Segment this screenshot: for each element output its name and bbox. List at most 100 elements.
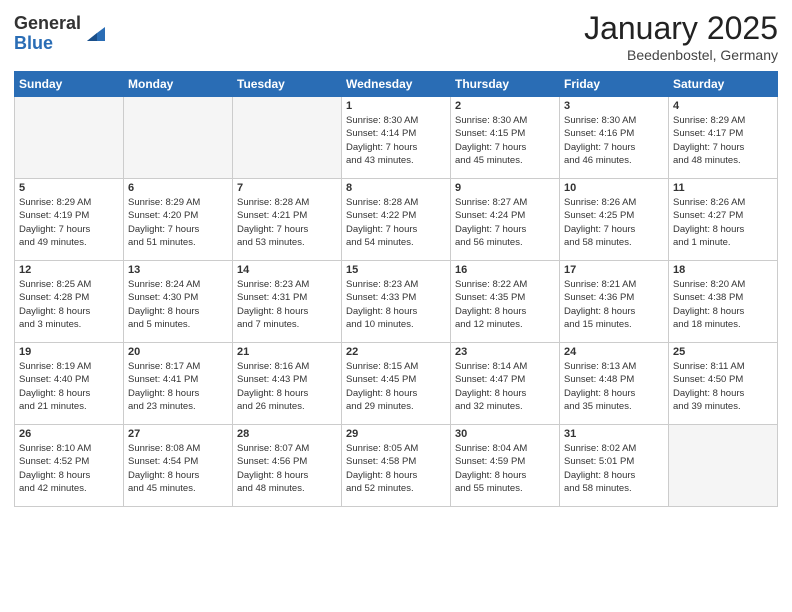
- title-block: January 2025 Beedenbostel, Germany: [584, 10, 778, 63]
- day-info: Sunrise: 8:25 AMSunset: 4:28 PMDaylight:…: [19, 278, 119, 331]
- month-title: January 2025: [584, 10, 778, 47]
- day-number: 12: [19, 264, 119, 276]
- calendar-table: Sunday Monday Tuesday Wednesday Thursday…: [14, 71, 778, 507]
- calendar-cell: 10 Sunrise: 8:26 AMSunset: 4:25 PMDayligh…: [560, 179, 669, 261]
- page-container: General Blue January 2025 Beedenbostel, …: [0, 0, 792, 517]
- calendar-week-5: 26Sunrise: 8:10 AMSunset: 4:52 PMDayligh…: [15, 425, 778, 507]
- day-info: Sunrise: 8:29 AMSunset: 4:17 PMDaylight:…: [673, 114, 773, 167]
- day-number: 29: [346, 428, 446, 440]
- weekday-friday: Friday: [560, 72, 669, 97]
- calendar-cell: 15Sunrise: 8:23 AMSunset: 4:33 PMDayligh…: [342, 261, 451, 343]
- calendar-cell: 4Sunrise: 8:29 AMSunset: 4:17 PMDaylight…: [669, 97, 778, 179]
- calendar-cell: [15, 97, 124, 179]
- day-info: Sunrise: 8:22 AMSunset: 4:35 PMDaylight:…: [455, 278, 555, 331]
- calendar-cell: 25 Sunrise: 8:11 AMSunset: 4:50 PMDayligh…: [669, 343, 778, 425]
- day-number: 17: [564, 264, 664, 276]
- calendar-cell: 24 Sunrise: 8:13 AMSunset: 4:48 PMDayligh…: [560, 343, 669, 425]
- calendar-cell: 19Sunrise: 8:19 AMSunset: 4:40 PMDayligh…: [15, 343, 124, 425]
- calendar-cell: 14 Sunrise: 8:23 AMSunset: 4:31 PMDayligh…: [233, 261, 342, 343]
- calendar-cell: 17 Sunrise: 8:21 AMSunset: 4:36 PMDayligh…: [560, 261, 669, 343]
- day-info: Sunrise: 8:26 AMSunset: 4:25 PMDaylight:…: [564, 196, 664, 249]
- day-info: Sunrise: 8:04 AMSunset: 4:59 PMDaylight:…: [455, 442, 555, 495]
- calendar-cell: 23 Sunrise: 8:14 AMSunset: 4:47 PMDayligh…: [451, 343, 560, 425]
- day-info: Sunrise: 8:27 AMSunset: 4:24 PMDaylight:…: [455, 196, 555, 249]
- day-info: Sunrise: 8:08 AMSunset: 4:54 PMDaylight:…: [128, 442, 228, 495]
- day-info: Sunrise: 8:28 AMSunset: 4:21 PMDaylight:…: [237, 196, 337, 249]
- calendar-cell: 9 Sunrise: 8:27 AMSunset: 4:24 PMDaylight…: [451, 179, 560, 261]
- calendar-cell: 12 Sunrise: 8:25 AMSunset: 4:28 PMDayligh…: [15, 261, 124, 343]
- calendar-week-2: 5 Sunrise: 8:29 AMSunset: 4:19 PMDaylight…: [15, 179, 778, 261]
- day-info: Sunrise: 8:11 AMSunset: 4:50 PMDaylight:…: [673, 360, 773, 413]
- day-number: 27: [128, 428, 228, 440]
- day-info: Sunrise: 8:13 AMSunset: 4:48 PMDaylight:…: [564, 360, 664, 413]
- day-number: 30: [455, 428, 555, 440]
- calendar-cell: [124, 97, 233, 179]
- calendar-cell: 21 Sunrise: 8:16 AMSunset: 4:43 PMDayligh…: [233, 343, 342, 425]
- day-info: Sunrise: 8:26 AMSunset: 4:27 PMDaylight:…: [673, 196, 773, 249]
- day-number: 31: [564, 428, 664, 440]
- weekday-monday: Monday: [124, 72, 233, 97]
- day-number: 18: [673, 264, 773, 276]
- logo-text: General Blue: [14, 14, 81, 54]
- day-number: 1: [346, 100, 446, 112]
- calendar-cell: 26Sunrise: 8:10 AMSunset: 4:52 PMDayligh…: [15, 425, 124, 507]
- day-number: 20: [128, 346, 228, 358]
- day-info: Sunrise: 8:07 AMSunset: 4:56 PMDaylight:…: [237, 442, 337, 495]
- weekday-tuesday: Tuesday: [233, 72, 342, 97]
- day-info: Sunrise: 8:23 AMSunset: 4:33 PMDaylight:…: [346, 278, 446, 331]
- calendar-week-3: 12 Sunrise: 8:25 AMSunset: 4:28 PMDayligh…: [15, 261, 778, 343]
- day-number: 23: [455, 346, 555, 358]
- day-number: 5: [19, 182, 119, 194]
- weekday-sunday: Sunday: [15, 72, 124, 97]
- calendar-cell: 8Sunrise: 8:28 AMSunset: 4:22 PMDaylight…: [342, 179, 451, 261]
- day-number: 14: [237, 264, 337, 276]
- day-number: 16: [455, 264, 555, 276]
- weekday-thursday: Thursday: [451, 72, 560, 97]
- day-number: 9: [455, 182, 555, 194]
- day-number: 21: [237, 346, 337, 358]
- calendar-cell: 5 Sunrise: 8:29 AMSunset: 4:19 PMDaylight…: [15, 179, 124, 261]
- calendar-cell: 2 Sunrise: 8:30 AMSunset: 4:15 PMDaylight…: [451, 97, 560, 179]
- day-number: 24: [564, 346, 664, 358]
- day-number: 10: [564, 182, 664, 194]
- day-info: Sunrise: 8:24 AMSunset: 4:30 PMDaylight:…: [128, 278, 228, 331]
- day-info: Sunrise: 8:21 AMSunset: 4:36 PMDaylight:…: [564, 278, 664, 331]
- day-info: Sunrise: 8:23 AMSunset: 4:31 PMDaylight:…: [237, 278, 337, 331]
- day-number: 6: [128, 182, 228, 194]
- day-info: Sunrise: 8:30 AMSunset: 4:15 PMDaylight:…: [455, 114, 555, 167]
- calendar-cell: 27 Sunrise: 8:08 AMSunset: 4:54 PMDayligh…: [124, 425, 233, 507]
- day-number: 11: [673, 182, 773, 194]
- calendar-body: 1Sunrise: 8:30 AMSunset: 4:14 PMDaylight…: [15, 97, 778, 507]
- logo-general: General: [14, 14, 81, 34]
- day-number: 2: [455, 100, 555, 112]
- calendar-cell: 30 Sunrise: 8:04 AMSunset: 4:59 PMDayligh…: [451, 425, 560, 507]
- calendar-week-4: 19Sunrise: 8:19 AMSunset: 4:40 PMDayligh…: [15, 343, 778, 425]
- day-info: Sunrise: 8:16 AMSunset: 4:43 PMDaylight:…: [237, 360, 337, 413]
- calendar-cell: 11 Sunrise: 8:26 AMSunset: 4:27 PMDayligh…: [669, 179, 778, 261]
- day-number: 13: [128, 264, 228, 276]
- calendar-cell: 29Sunrise: 8:05 AMSunset: 4:58 PMDayligh…: [342, 425, 451, 507]
- day-info: Sunrise: 8:15 AMSunset: 4:45 PMDaylight:…: [346, 360, 446, 413]
- day-info: Sunrise: 8:14 AMSunset: 4:47 PMDaylight:…: [455, 360, 555, 413]
- calendar-cell: 1Sunrise: 8:30 AMSunset: 4:14 PMDaylight…: [342, 97, 451, 179]
- day-info: Sunrise: 8:02 AMSunset: 5:01 PMDaylight:…: [564, 442, 664, 495]
- day-number: 22: [346, 346, 446, 358]
- day-number: 3: [564, 100, 664, 112]
- day-info: Sunrise: 8:29 AMSunset: 4:19 PMDaylight:…: [19, 196, 119, 249]
- day-info: Sunrise: 8:29 AMSunset: 4:20 PMDaylight:…: [128, 196, 228, 249]
- calendar-cell: 6 Sunrise: 8:29 AMSunset: 4:20 PMDaylight…: [124, 179, 233, 261]
- location: Beedenbostel, Germany: [584, 47, 778, 63]
- calendar-header: Sunday Monday Tuesday Wednesday Thursday…: [15, 72, 778, 97]
- calendar-cell: 31 Sunrise: 8:02 AMSunset: 5:01 PMDayligh…: [560, 425, 669, 507]
- calendar-cell: 18Sunrise: 8:20 AMSunset: 4:38 PMDayligh…: [669, 261, 778, 343]
- day-info: Sunrise: 8:28 AMSunset: 4:22 PMDaylight:…: [346, 196, 446, 249]
- calendar-cell: 16 Sunrise: 8:22 AMSunset: 4:35 PMDayligh…: [451, 261, 560, 343]
- calendar-week-1: 1Sunrise: 8:30 AMSunset: 4:14 PMDaylight…: [15, 97, 778, 179]
- day-info: Sunrise: 8:19 AMSunset: 4:40 PMDaylight:…: [19, 360, 119, 413]
- day-info: Sunrise: 8:17 AMSunset: 4:41 PMDaylight:…: [128, 360, 228, 413]
- day-number: 25: [673, 346, 773, 358]
- calendar-cell: 13 Sunrise: 8:24 AMSunset: 4:30 PMDayligh…: [124, 261, 233, 343]
- calendar-cell: 20 Sunrise: 8:17 AMSunset: 4:41 PMDayligh…: [124, 343, 233, 425]
- calendar-cell: [233, 97, 342, 179]
- day-info: Sunrise: 8:10 AMSunset: 4:52 PMDaylight:…: [19, 442, 119, 495]
